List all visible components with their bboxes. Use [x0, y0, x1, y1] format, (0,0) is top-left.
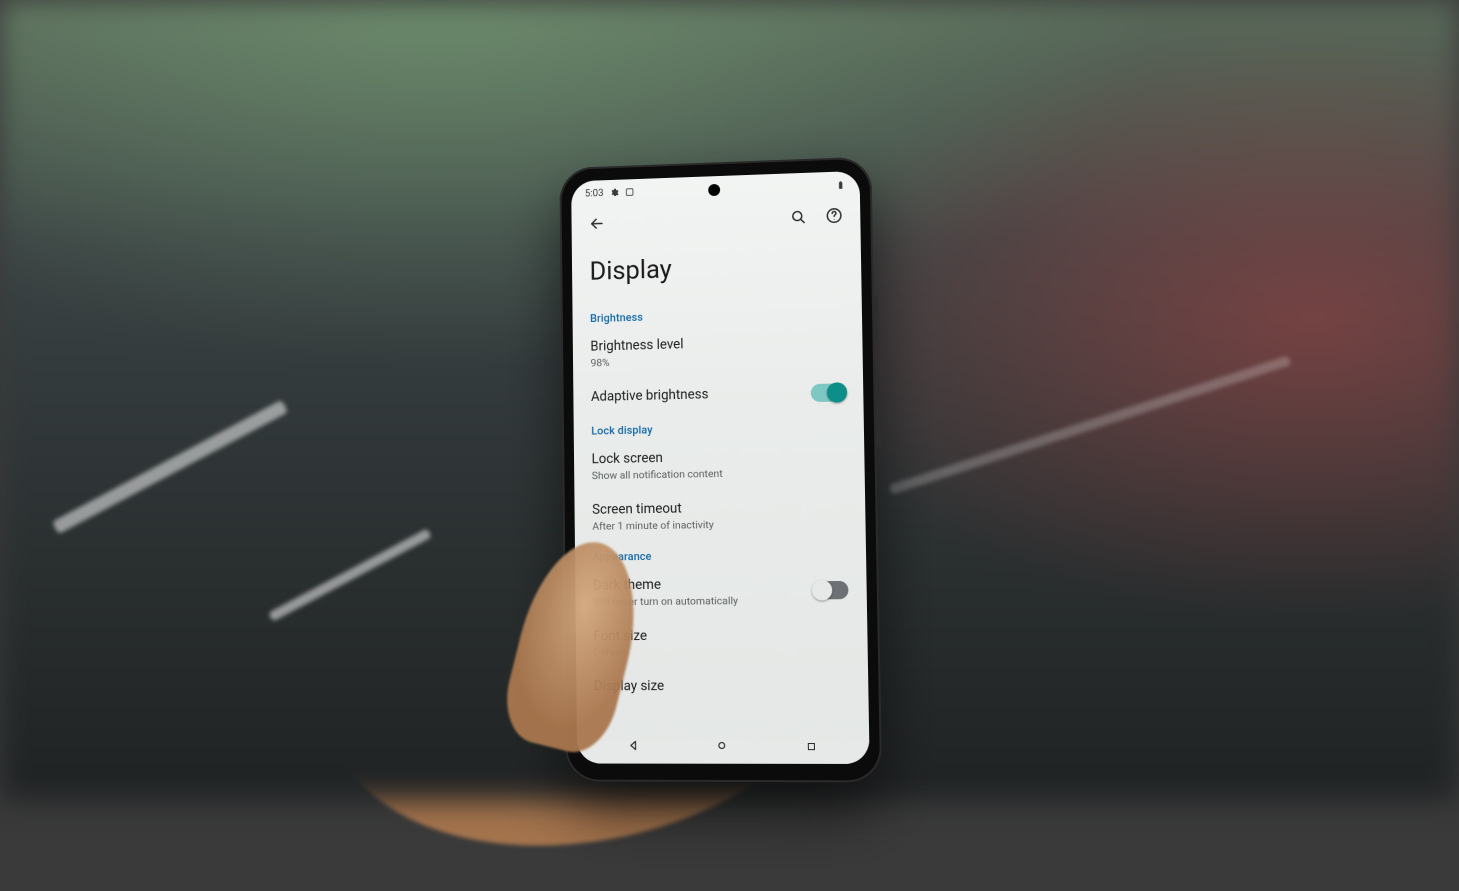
row-screen-timeout[interactable]: Screen timeout After 1 minute of inactiv…	[574, 487, 865, 542]
row-lock-screen[interactable]: Lock screen Show all notification conten…	[574, 436, 865, 492]
navigation-bar	[577, 729, 870, 764]
toggle-dark-theme[interactable]	[814, 581, 849, 600]
nav-home-button[interactable]	[690, 737, 754, 756]
arrow-back-icon	[588, 214, 606, 236]
row-subtitle: Default	[594, 644, 850, 659]
square-recents-icon	[805, 737, 817, 756]
row-adaptive-brightness[interactable]: Adaptive brightness	[573, 373, 863, 417]
toggle-adaptive-brightness[interactable]	[811, 383, 846, 402]
circle-home-icon	[715, 737, 729, 756]
nav-back-button[interactable]	[602, 737, 666, 756]
search-icon	[789, 208, 807, 230]
help-button[interactable]	[820, 203, 849, 232]
screenshot-icon	[625, 187, 635, 197]
back-button[interactable]	[583, 211, 611, 239]
search-button[interactable]	[784, 204, 812, 233]
toggle-knob	[812, 580, 833, 600]
row-title: Adaptive brightness	[591, 385, 799, 406]
gear-icon	[609, 188, 619, 198]
battery-icon	[836, 179, 846, 189]
row-title: Display size	[594, 678, 850, 696]
row-subtitle: After 1 minute of inactivity	[592, 516, 847, 533]
status-time: 5:03	[585, 188, 604, 199]
volume-button	[874, 296, 879, 342]
triangle-back-icon	[626, 737, 640, 756]
toggle-knob	[827, 382, 847, 403]
help-icon	[825, 206, 843, 229]
nav-recents-button[interactable]	[779, 737, 844, 756]
row-brightness-level[interactable]: Brightness level 98%	[573, 322, 863, 380]
page-title: Display	[572, 235, 862, 305]
